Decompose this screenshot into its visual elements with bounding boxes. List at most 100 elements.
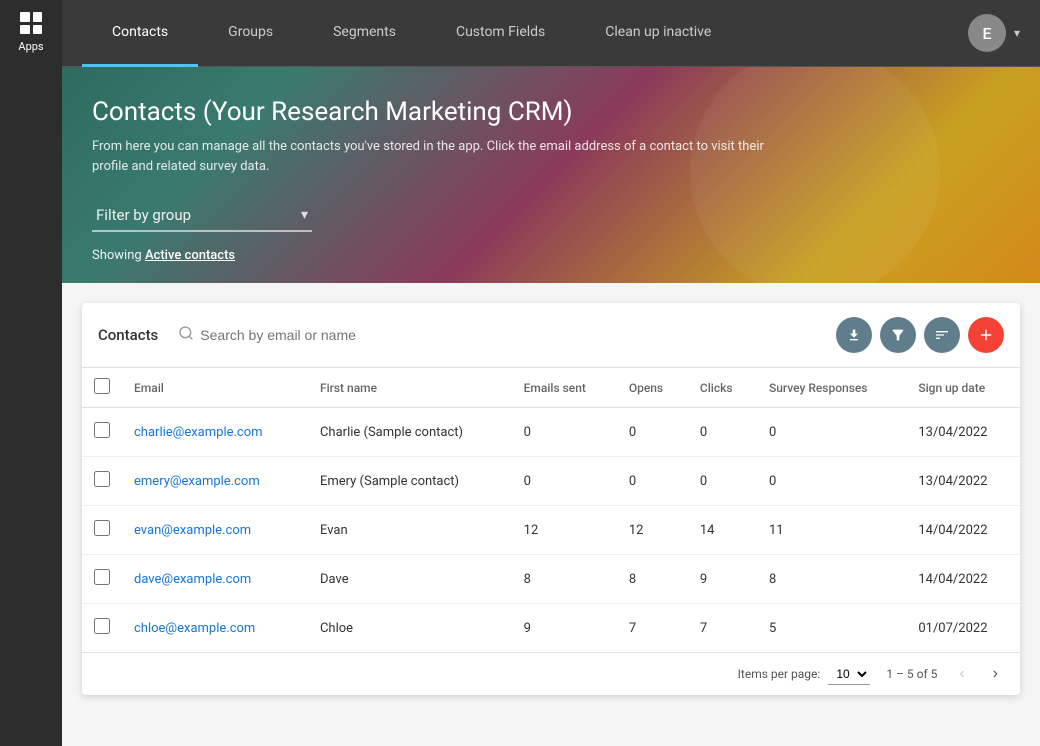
next-page-button[interactable]: › bbox=[987, 663, 1004, 685]
col-sign-up-date: Sign up date bbox=[906, 368, 1020, 408]
table-row: charlie@example.com Charlie (Sample cont… bbox=[82, 408, 1020, 457]
row-clicks: 7 bbox=[688, 604, 757, 653]
row-opens: 0 bbox=[617, 457, 688, 506]
col-opens: Opens bbox=[617, 368, 688, 408]
filter-chevron-icon: ▾ bbox=[301, 207, 308, 223]
sidebar-item-apps[interactable]: Apps bbox=[18, 12, 43, 53]
search-wrapper bbox=[178, 325, 824, 345]
row-emails-sent: 12 bbox=[512, 506, 617, 555]
hero-description: From here you can manage all the contact… bbox=[92, 137, 792, 176]
row-clicks: 0 bbox=[688, 408, 757, 457]
pagination: Items per page: 10 25 50 1 – 5 of 5 ‹ › bbox=[82, 652, 1020, 695]
add-contact-button[interactable] bbox=[968, 317, 1004, 353]
contacts-section: Contacts bbox=[62, 283, 1040, 746]
select-all-header bbox=[82, 368, 122, 408]
row-email: emery@example.com bbox=[122, 457, 308, 506]
contacts-table-body: charlie@example.com Charlie (Sample cont… bbox=[82, 408, 1020, 653]
table-row: evan@example.com Evan 12 12 14 11 14/04/… bbox=[82, 506, 1020, 555]
row-checkbox[interactable] bbox=[94, 618, 110, 634]
row-checkbox[interactable] bbox=[94, 520, 110, 536]
col-emails-sent: Emails sent bbox=[512, 368, 617, 408]
page-info: 1 – 5 of 5 bbox=[886, 667, 937, 681]
tab-contacts[interactable]: Contacts bbox=[82, 0, 198, 67]
sort-button[interactable] bbox=[924, 317, 960, 353]
col-first-name: First name bbox=[308, 368, 512, 408]
user-avatar[interactable]: E bbox=[968, 14, 1006, 52]
active-contacts-label: Showing Active contacts bbox=[92, 248, 1010, 263]
row-emails-sent: 0 bbox=[512, 408, 617, 457]
nav-tabs: Contacts Groups Segments Custom Fields C… bbox=[82, 0, 968, 67]
row-sign-up-date: 13/04/2022 bbox=[906, 408, 1020, 457]
row-clicks: 14 bbox=[688, 506, 757, 555]
row-checkbox[interactable] bbox=[94, 422, 110, 438]
top-navigation: Contacts Groups Segments Custom Fields C… bbox=[62, 0, 1040, 67]
table-toolbar: Contacts bbox=[82, 303, 1020, 368]
user-area: E ▾ bbox=[968, 14, 1020, 52]
col-survey-responses: Survey Responses bbox=[757, 368, 906, 408]
row-checkbox-cell bbox=[82, 457, 122, 506]
email-link[interactable]: chloe@example.com bbox=[134, 621, 255, 636]
col-email: Email bbox=[122, 368, 308, 408]
search-input[interactable] bbox=[200, 327, 824, 343]
row-email: charlie@example.com bbox=[122, 408, 308, 457]
filter-by-group-wrapper: Filter by group ▾ bbox=[92, 200, 312, 232]
row-first-name: Emery (Sample contact) bbox=[308, 457, 512, 506]
search-icon bbox=[178, 325, 194, 345]
tab-segments[interactable]: Segments bbox=[303, 0, 426, 67]
items-per-page: Items per page: 10 25 50 bbox=[738, 664, 871, 685]
user-dropdown-arrow[interactable]: ▾ bbox=[1014, 26, 1020, 40]
row-checkbox-cell bbox=[82, 506, 122, 555]
email-link[interactable]: charlie@example.com bbox=[134, 425, 263, 440]
row-clicks: 0 bbox=[688, 457, 757, 506]
per-page-select[interactable]: 10 25 50 bbox=[828, 664, 870, 685]
row-opens: 12 bbox=[617, 506, 688, 555]
select-all-checkbox[interactable] bbox=[94, 378, 110, 394]
tab-custom-fields[interactable]: Custom Fields bbox=[426, 0, 575, 67]
row-survey-responses: 5 bbox=[757, 604, 906, 653]
row-first-name: Charlie (Sample contact) bbox=[308, 408, 512, 457]
row-sign-up-date: 13/04/2022 bbox=[906, 457, 1020, 506]
toolbar-actions bbox=[836, 317, 1004, 353]
download-button[interactable] bbox=[836, 317, 872, 353]
sidebar: Apps bbox=[0, 0, 62, 746]
row-checkbox-cell bbox=[82, 408, 122, 457]
filter-section: Filter by group ▾ bbox=[92, 200, 1010, 232]
main-content: Contacts Groups Segments Custom Fields C… bbox=[62, 0, 1040, 746]
prev-page-button[interactable]: ‹ bbox=[953, 663, 970, 685]
contacts-card: Contacts bbox=[82, 303, 1020, 695]
row-sign-up-date: 14/04/2022 bbox=[906, 506, 1020, 555]
row-opens: 7 bbox=[617, 604, 688, 653]
col-clicks: Clicks bbox=[688, 368, 757, 408]
row-checkbox[interactable] bbox=[94, 569, 110, 585]
hero-section: Contacts (Your Research Marketing CRM) F… bbox=[62, 67, 1040, 283]
items-per-page-label: Items per page: bbox=[738, 667, 821, 681]
row-checkbox[interactable] bbox=[94, 471, 110, 487]
email-link[interactable]: evan@example.com bbox=[134, 523, 251, 538]
row-emails-sent: 9 bbox=[512, 604, 617, 653]
email-link[interactable]: dave@example.com bbox=[134, 572, 251, 587]
row-emails-sent: 8 bbox=[512, 555, 617, 604]
row-checkbox-cell bbox=[82, 604, 122, 653]
row-survey-responses: 0 bbox=[757, 457, 906, 506]
row-sign-up-date: 14/04/2022 bbox=[906, 555, 1020, 604]
contacts-table-title: Contacts bbox=[98, 326, 158, 344]
table-row: emery@example.com Emery (Sample contact)… bbox=[82, 457, 1020, 506]
filter-label: Filter by group bbox=[96, 206, 191, 224]
email-link[interactable]: emery@example.com bbox=[134, 474, 260, 489]
row-email: chloe@example.com bbox=[122, 604, 308, 653]
filter-by-group-dropdown[interactable]: Filter by group ▾ bbox=[92, 200, 312, 232]
apps-label: Apps bbox=[18, 40, 43, 53]
filter-button[interactable] bbox=[880, 317, 916, 353]
table-row: dave@example.com Dave 8 8 9 8 14/04/2022 bbox=[82, 555, 1020, 604]
row-survey-responses: 11 bbox=[757, 506, 906, 555]
tab-groups[interactable]: Groups bbox=[198, 0, 303, 67]
row-first-name: Evan bbox=[308, 506, 512, 555]
row-opens: 0 bbox=[617, 408, 688, 457]
row-survey-responses: 8 bbox=[757, 555, 906, 604]
row-email: dave@example.com bbox=[122, 555, 308, 604]
active-contacts-link[interactable]: Active contacts bbox=[145, 248, 235, 263]
row-email: evan@example.com bbox=[122, 506, 308, 555]
row-clicks: 9 bbox=[688, 555, 757, 604]
tab-clean-up-inactive[interactable]: Clean up inactive bbox=[575, 0, 741, 67]
row-sign-up-date: 01/07/2022 bbox=[906, 604, 1020, 653]
